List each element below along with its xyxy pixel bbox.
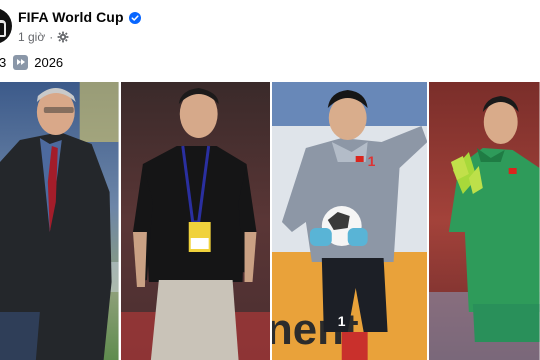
post-timestamp[interactable]: 1 giờ bbox=[18, 30, 45, 44]
photo-2[interactable] bbox=[120, 82, 270, 360]
photo-goalkeeper-grey: nent 1 1 bbox=[272, 82, 428, 360]
page-name[interactable]: FIFA World Cup bbox=[18, 9, 124, 25]
photo-4[interactable] bbox=[429, 82, 540, 360]
post-header: FIFA World Cup 1 giờ · bbox=[0, 0, 540, 52]
fast-forward-icon bbox=[13, 55, 29, 70]
page-avatar[interactable] bbox=[0, 8, 12, 44]
verified-icon bbox=[128, 11, 141, 24]
svg-text:1: 1 bbox=[338, 313, 346, 329]
photo-3[interactable]: nent 1 1 bbox=[272, 82, 428, 360]
photo-1[interactable] bbox=[0, 82, 119, 360]
post-meta: 1 giờ · bbox=[18, 30, 69, 44]
photo-coach-shirt bbox=[120, 82, 270, 360]
photo-goalkeeper-green bbox=[429, 82, 540, 360]
post-caption: 3 2026 bbox=[0, 55, 63, 70]
caption-year: 2026 bbox=[34, 55, 64, 70]
photo-coach-coat bbox=[0, 82, 119, 360]
meta-separator: · bbox=[49, 30, 54, 44]
page-name-row: FIFA World Cup bbox=[18, 9, 141, 25]
svg-text:1: 1 bbox=[368, 153, 376, 169]
caption-prefix: 3 bbox=[0, 55, 7, 70]
gear-icon[interactable] bbox=[57, 31, 69, 43]
photo-grid: nent 1 1 bbox=[0, 82, 540, 360]
